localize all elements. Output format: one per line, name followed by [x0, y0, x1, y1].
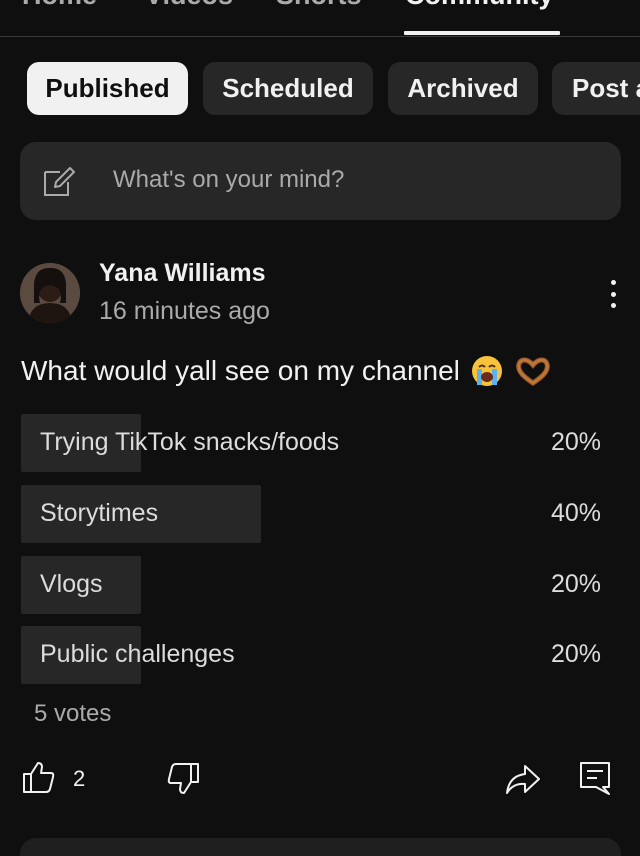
- heart-hands-emoji: [514, 355, 552, 387]
- poll-option[interactable]: Storytimes 40%: [21, 485, 601, 543]
- composer-placeholder: What's on your mind?: [113, 166, 345, 193]
- thumbs-down-icon[interactable]: [166, 762, 200, 796]
- tab-home[interactable]: Home: [22, 0, 97, 11]
- poll-option-percent: 20%: [550, 428, 601, 456]
- more-vert-icon[interactable]: [598, 276, 628, 312]
- post-timestamp: 16 minutes ago: [99, 297, 270, 325]
- chip-scheduled[interactable]: Scheduled: [203, 62, 373, 115]
- next-post-card: [20, 838, 621, 856]
- poll-option-percent: 20%: [550, 640, 601, 668]
- post-filter-chips: Published Scheduled Archived Post a: [0, 62, 640, 116]
- chip-published[interactable]: Published: [27, 62, 188, 115]
- share-icon[interactable]: [505, 762, 541, 796]
- poll-option[interactable]: Vlogs 20%: [21, 556, 601, 614]
- thumbs-up-icon[interactable]: [22, 760, 56, 794]
- post-composer[interactable]: What's on your mind?: [20, 142, 621, 220]
- chip-post-archive[interactable]: Post a: [552, 62, 640, 115]
- poll-option-label: Vlogs: [40, 570, 103, 598]
- loudly-crying-face-emoji: [470, 354, 504, 388]
- poll-option-percent: 20%: [550, 570, 601, 598]
- like-count: 2: [73, 766, 86, 791]
- chip-archived[interactable]: Archived: [388, 62, 538, 115]
- poll-option-percent: 40%: [550, 499, 601, 527]
- poll-option-label: Public challenges: [40, 640, 235, 668]
- post-text: What would yall see on my channel: [21, 354, 552, 388]
- poll-option[interactable]: Public challenges 20%: [21, 626, 601, 684]
- channel-tab-bar: Home Videos Shorts Community: [0, 0, 640, 37]
- author-name[interactable]: Yana Williams: [99, 259, 266, 288]
- edit-icon: [44, 167, 75, 196]
- tab-shorts[interactable]: Shorts: [276, 0, 362, 11]
- tab-videos[interactable]: Videos: [145, 0, 233, 11]
- tab-community[interactable]: Community: [405, 0, 554, 11]
- poll-option-label: Storytimes: [40, 499, 159, 527]
- comment-icon[interactable]: [578, 760, 612, 796]
- avatar[interactable]: [20, 263, 80, 323]
- poll-option[interactable]: Trying TikTok snacks/foods 20%: [21, 414, 601, 472]
- poll-option-label: Trying TikTok snacks/foods: [40, 428, 340, 456]
- poll-vote-count: 5 votes: [34, 700, 112, 727]
- post-text-content: What would yall see on my channel: [21, 355, 460, 386]
- active-tab-indicator: [404, 31, 560, 35]
